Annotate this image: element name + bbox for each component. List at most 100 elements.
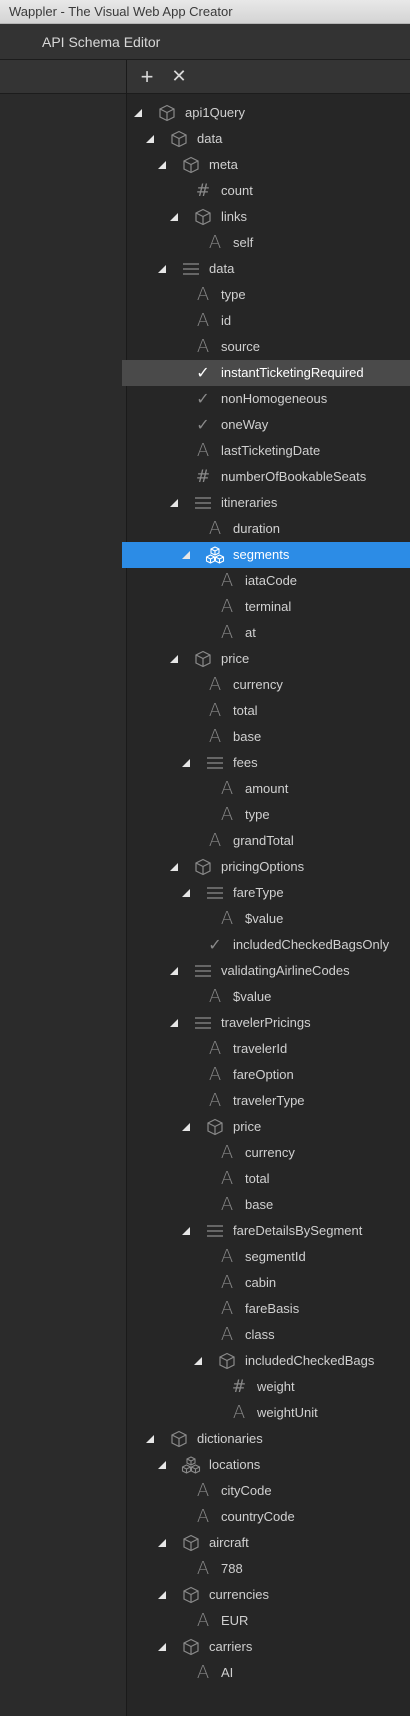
tree-row-label: self xyxy=(233,235,254,250)
expand-toggle-icon[interactable] xyxy=(182,1123,190,1131)
tree-row[interactable]: Aamount xyxy=(122,776,410,802)
expand-toggle-icon[interactable] xyxy=(170,499,178,507)
object-icon xyxy=(193,207,213,227)
text-type-icon: A xyxy=(196,440,210,461)
tree-row[interactable]: pricingOptions xyxy=(122,854,410,880)
tree-row[interactable]: Abase xyxy=(122,724,410,750)
tree-row[interactable]: segments xyxy=(122,542,410,568)
expand-toggle-icon[interactable] xyxy=(158,161,166,169)
tree-row[interactable]: A EUR xyxy=(122,1608,410,1634)
tree-row[interactable]: Aclass xyxy=(122,1322,410,1348)
tree-row[interactable]: fareType xyxy=(122,880,410,906)
expand-toggle-icon[interactable] xyxy=(158,1539,166,1547)
tree-row[interactable]: locations xyxy=(122,1452,410,1478)
expand-toggle-icon[interactable] xyxy=(158,1461,166,1469)
tree-row[interactable]: AsegmentId xyxy=(122,1244,410,1270)
tree-row[interactable]: data xyxy=(122,256,410,282)
tree-row[interactable]: Aid xyxy=(122,308,410,334)
tree-row[interactable]: AlastTicketingDate xyxy=(122,438,410,464)
tree-row[interactable]: Atotal xyxy=(122,1166,410,1192)
tree-row[interactable]: # weight xyxy=(122,1374,410,1400)
tree-row[interactable]: travelerPricings xyxy=(122,1010,410,1036)
tree-row-label: EUR xyxy=(221,1613,249,1628)
expand-toggle-icon[interactable] xyxy=(182,1227,190,1235)
expand-toggle-icon[interactable] xyxy=(170,655,178,663)
expand-toggle-icon[interactable] xyxy=(158,1643,166,1651)
expand-toggle-icon[interactable] xyxy=(158,1591,166,1599)
text-type-icon: A xyxy=(196,336,210,357)
tree-row[interactable]: ✓ oneWay xyxy=(122,412,410,438)
tree-row[interactable]: AgrandTotal xyxy=(122,828,410,854)
panel-title: API Schema Editor xyxy=(0,24,410,60)
expand-toggle-icon[interactable] xyxy=(146,135,154,143)
tree-row[interactable]: AtravelerType xyxy=(122,1088,410,1114)
tree-row[interactable]: AfareOption xyxy=(122,1062,410,1088)
expand-toggle-icon[interactable] xyxy=(182,759,190,767)
tree-row[interactable]: A AI xyxy=(122,1660,410,1686)
tree-row[interactable]: includedCheckedBags xyxy=(122,1348,410,1374)
tree-row[interactable]: Acabin xyxy=(122,1270,410,1296)
tree-row[interactable]: AcityCode xyxy=(122,1478,410,1504)
tree-row-label: travelerPricings xyxy=(221,1015,311,1030)
tree-row[interactable]: ✓ instantTicketingRequired xyxy=(122,360,410,386)
text-type-icon: A xyxy=(196,310,210,331)
tree-row-label: grandTotal xyxy=(233,833,294,848)
tree-row[interactable]: carriers xyxy=(122,1634,410,1660)
tree-row[interactable]: fareDetailsBySegment xyxy=(122,1218,410,1244)
tree-row[interactable]: Asource xyxy=(122,334,410,360)
tree-row[interactable]: price xyxy=(122,1114,410,1140)
expand-toggle-icon[interactable] xyxy=(170,863,178,871)
text-type-icon: A xyxy=(208,1090,222,1111)
expand-toggle-icon[interactable] xyxy=(170,967,178,975)
text-type-icon: A xyxy=(208,674,222,695)
tree-row[interactable]: currencies xyxy=(122,1582,410,1608)
expand-toggle-icon[interactable] xyxy=(170,1019,178,1027)
tree-row[interactable]: AiataCode xyxy=(122,568,410,594)
schema-tree: api1Query data meta # count links Aself data Aty… xyxy=(122,100,410,1686)
tree-row[interactable]: Aterminal xyxy=(122,594,410,620)
tree-row[interactable]: A 788 xyxy=(122,1556,410,1582)
tree-row[interactable]: Atype xyxy=(122,802,410,828)
tree-row[interactable]: Abase xyxy=(122,1192,410,1218)
tree-row[interactable]: Aself xyxy=(122,230,410,256)
tree-row[interactable]: ✓ nonHomogeneous xyxy=(122,386,410,412)
expand-toggle-icon[interactable] xyxy=(158,265,166,273)
tree-row-label: segments xyxy=(233,547,290,562)
tree-row[interactable]: Aat xyxy=(122,620,410,646)
expand-toggle-icon[interactable] xyxy=(134,109,142,117)
remove-icon[interactable]: ✕ xyxy=(167,65,191,89)
tree-row[interactable]: price xyxy=(122,646,410,672)
tree-row[interactable]: fees xyxy=(122,750,410,776)
schema-tree-pane: + ✕ api1Query data meta # count links Aself dat… xyxy=(122,60,410,1716)
tree-row[interactable]: meta xyxy=(122,152,410,178)
expand-toggle-icon[interactable] xyxy=(182,551,190,559)
expand-toggle-icon[interactable] xyxy=(146,1435,154,1443)
tree-row[interactable]: # numberOfBookableSeats xyxy=(122,464,410,490)
tree-row[interactable]: aircraft xyxy=(122,1530,410,1556)
tree-row[interactable]: data xyxy=(122,126,410,152)
tree-row[interactable]: dictionaries xyxy=(122,1426,410,1452)
tree-row[interactable]: links xyxy=(122,204,410,230)
tree-row-label: nonHomogeneous xyxy=(221,391,328,406)
tree-row[interactable]: ✓ includedCheckedBagsOnly xyxy=(122,932,410,958)
tree-row[interactable]: Aduration xyxy=(122,516,410,542)
tree-row[interactable]: AtravelerId xyxy=(122,1036,410,1062)
expand-toggle-icon[interactable] xyxy=(194,1357,202,1365)
tree-row[interactable]: Atotal xyxy=(122,698,410,724)
tree-row[interactable]: Acurrency xyxy=(122,1140,410,1166)
tree-row[interactable]: validatingAirlineCodes xyxy=(122,958,410,984)
expand-toggle-icon[interactable] xyxy=(182,889,190,897)
tree-row[interactable]: A $value xyxy=(122,984,410,1010)
expand-toggle-icon[interactable] xyxy=(170,213,178,221)
tree-row[interactable]: itineraries xyxy=(122,490,410,516)
tree-row[interactable]: AfareBasis xyxy=(122,1296,410,1322)
add-icon[interactable]: + xyxy=(135,64,159,89)
tree-row[interactable]: AcountryCode xyxy=(122,1504,410,1530)
tree-row[interactable]: api1Query xyxy=(122,100,410,126)
number-icon: # xyxy=(231,1377,247,1397)
tree-row[interactable]: # count xyxy=(122,178,410,204)
tree-row[interactable]: AweightUnit xyxy=(122,1400,410,1426)
tree-row[interactable]: Atype xyxy=(122,282,410,308)
tree-row[interactable]: Acurrency xyxy=(122,672,410,698)
tree-row[interactable]: A $value xyxy=(122,906,410,932)
